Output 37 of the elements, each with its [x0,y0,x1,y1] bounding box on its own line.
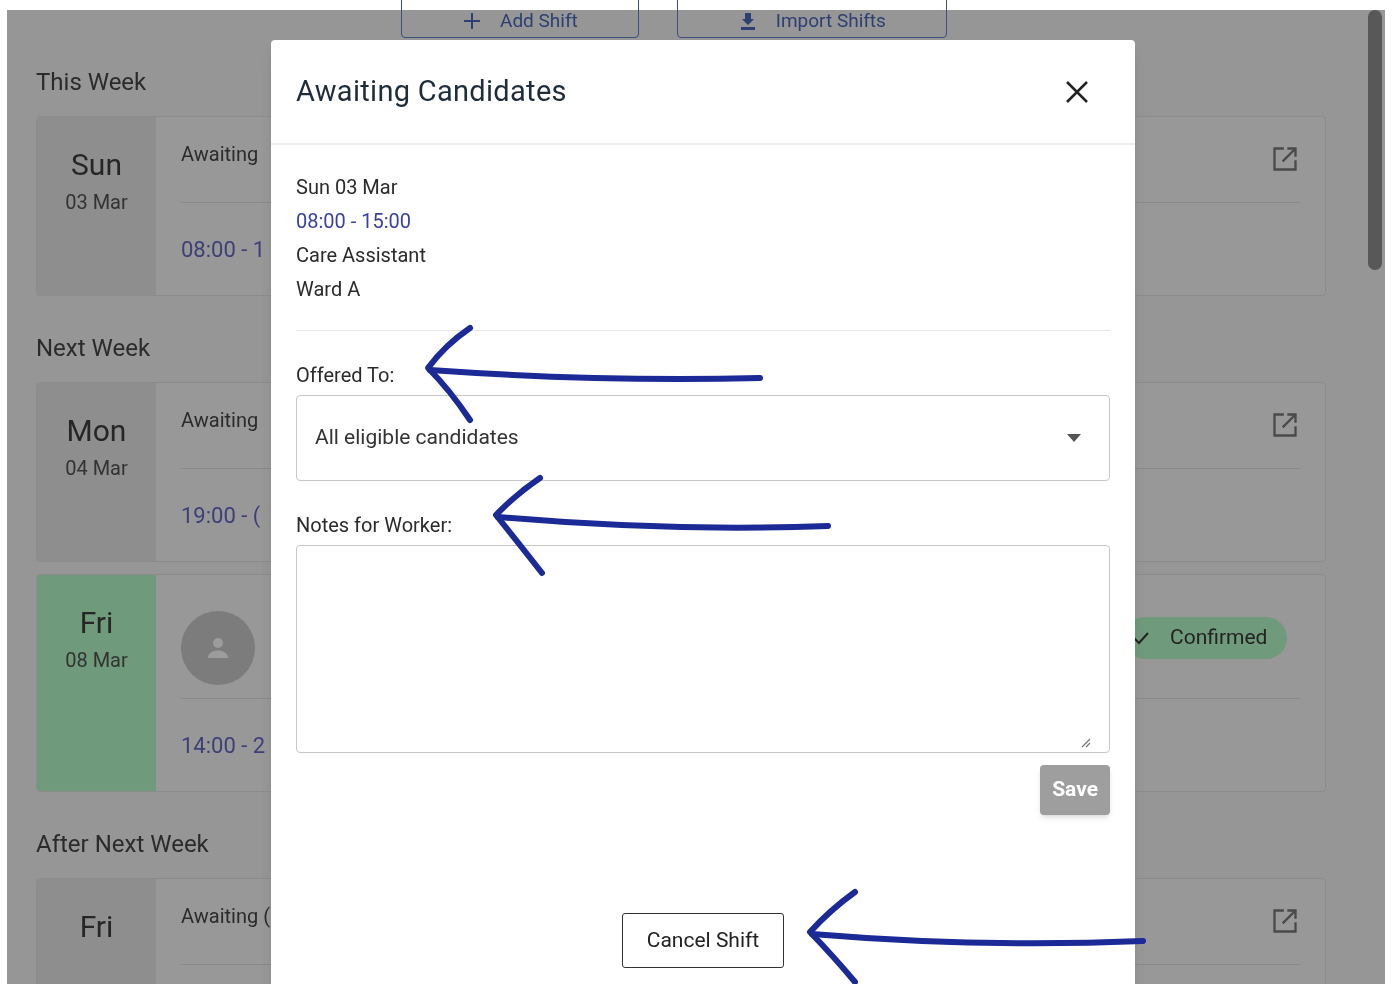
scrollbar-thumb[interactable] [1368,10,1382,270]
day-date: 08 Mar [65,647,128,674]
check-icon [1132,631,1150,645]
shift-time: 08:00 - 1 [181,236,266,264]
shift-status: Awaiting ( [181,902,270,930]
shift-time: 19:00 - ( [181,502,261,530]
detail-text: Ward A [296,276,362,303]
detail-text: Sun 03 Mar [296,174,399,201]
dropdown-caret-icon [1067,434,1081,442]
shift-status: Awaiting [181,406,259,434]
day-name: Fri [79,605,114,641]
day-date: 03 Mar [65,189,128,216]
cancel-shift-button[interactable]: Cancel Shift [621,913,785,968]
shift-time: 14:00 - 2 [181,732,266,760]
offered-to-select[interactable]: All eligible candidates [296,395,1110,481]
add-shift-button[interactable]: Add Shift [401,0,639,38]
section-heading: This Week [36,67,147,98]
section-heading: After Next Week [36,829,209,860]
plus-icon [462,11,482,31]
status-label: Confirmed [1170,624,1268,652]
field-label: Offered To: [296,362,395,389]
resize-handle-icon [1081,738,1091,748]
day-name: Mon [66,413,127,449]
day-name: Sun [71,147,122,183]
day-name: Fri [79,909,114,945]
shift-status: Awaiting [181,140,259,168]
open-external-icon[interactable] [1271,145,1299,173]
day-date: 04 Mar [65,455,128,482]
open-external-icon[interactable] [1271,907,1299,935]
section-heading: Next Week [36,333,151,364]
open-external-icon[interactable] [1271,411,1299,439]
import-shifts-button[interactable]: Import Shifts [676,0,947,38]
shift-time: 08:00 - 15:00 [296,208,413,235]
detail-text: Care Assistant [296,242,427,269]
field-label: Notes for Worker: [296,512,452,539]
dialog-title: Awaiting Candidates [296,72,567,110]
notes-field[interactable] [296,545,1110,753]
